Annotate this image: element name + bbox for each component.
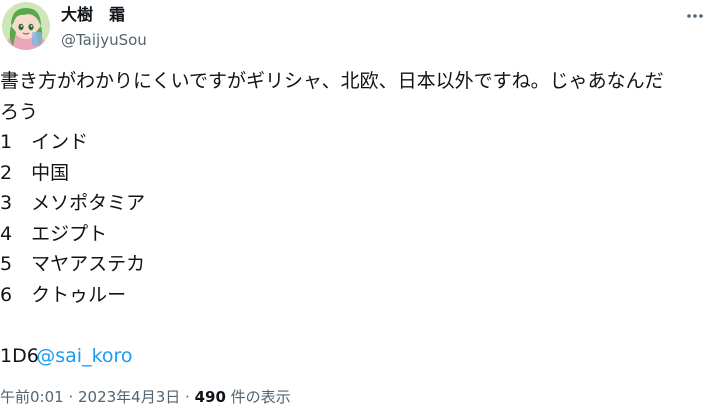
anime-character-avatar-icon (2, 2, 50, 50)
separator: · (180, 388, 195, 406)
views-label: 件の表示 (225, 388, 291, 406)
list-item: 1 インド (0, 131, 89, 153)
tweet-date: 2023年4月3日 (78, 388, 181, 406)
list-item: 6 クトゥルー (0, 283, 127, 306)
author-display-name[interactable]: 大樹 霜 (61, 5, 125, 25)
tweet-card: 大樹 霜 @TaijyuSou 書き方がわかりにくいですがギリシャ、北欧、日本以… (0, 0, 710, 410)
list-item: 5 マヤアステカ (0, 253, 146, 275)
tweet-text-line: ろう (0, 100, 39, 123)
separator: · (63, 388, 78, 406)
tweet-text-line: 書き方がわかりにくいですがギリシャ、北欧、日本以外ですね。じゃあなんだ (0, 70, 664, 92)
author-handle[interactable]: @TaijyuSou (61, 30, 147, 50)
views-link[interactable]: 490 件の表示 (195, 388, 291, 406)
list-item: 2 中国 (0, 161, 70, 184)
more-options-button[interactable] (684, 6, 706, 26)
views-count: 490 (194, 388, 226, 406)
list-item: 4 エジプト (0, 222, 108, 245)
tweet-time: 午前0:01 (0, 388, 64, 406)
tweet-text: 書き方がわかりにくいですがギリシャ、北欧、日本以外ですね。じゃあなんだ ろう 1… (0, 66, 706, 371)
more-horizontal-icon (687, 14, 703, 18)
list-item: 3 メソポタミア (0, 192, 146, 214)
mention-link[interactable]: @sai_koro (36, 345, 132, 367)
timestamp-link[interactable]: 午前0:01 · 2023年4月3日 (0, 388, 180, 406)
mention-line: @sai_koro (0, 310, 706, 367)
tweet-metadata: 午前0:01 · 2023年4月3日 · 490 件の表示 (0, 387, 291, 407)
avatar[interactable] (2, 2, 50, 50)
